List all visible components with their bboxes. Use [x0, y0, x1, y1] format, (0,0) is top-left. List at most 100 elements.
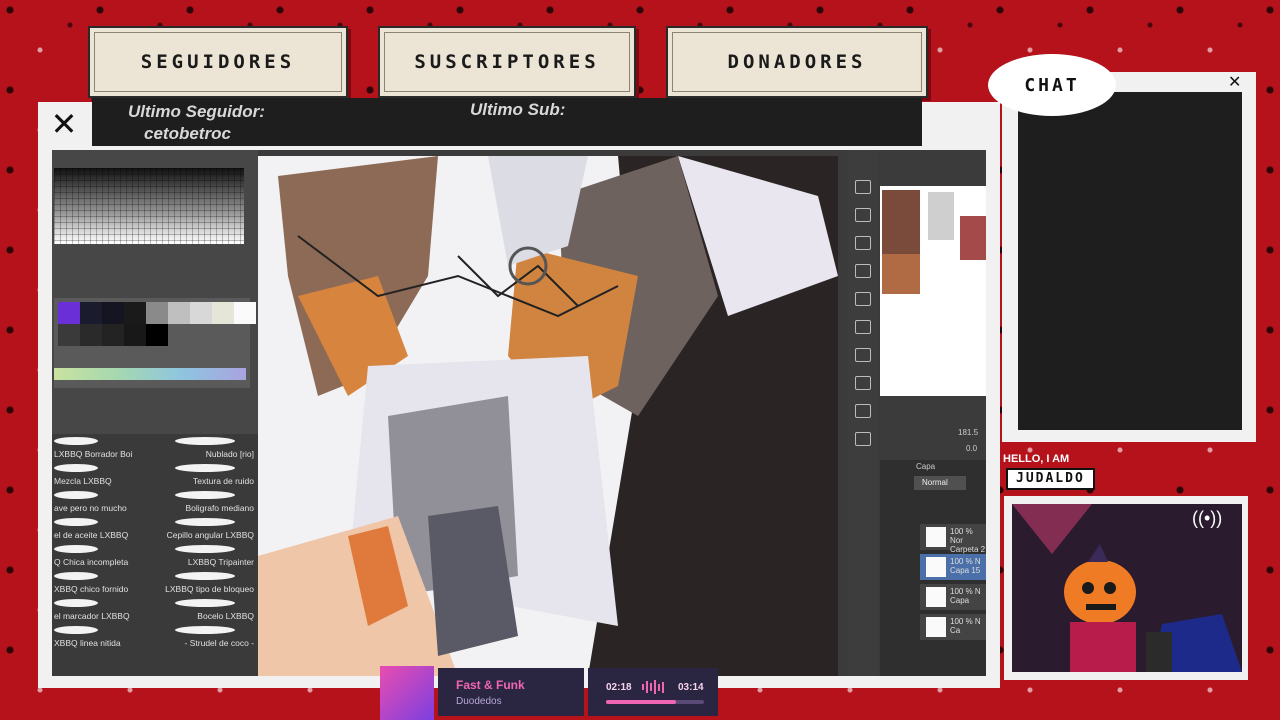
- color-swatch[interactable]: [146, 302, 168, 324]
- chat-body: [1018, 92, 1242, 430]
- color-swatch[interactable]: [58, 324, 80, 346]
- brush-item[interactable]: Bocelo LXBBQ: [155, 596, 258, 623]
- brush-item[interactable]: Cepillo angular LXBBQ: [155, 515, 258, 542]
- color-swatch[interactable]: [146, 324, 168, 346]
- brush-label: Q Chica incompleta: [54, 557, 129, 567]
- brush-item[interactable]: Mezcla LXBBQ: [52, 461, 155, 488]
- color-swatch[interactable]: [234, 302, 256, 324]
- brush-label: el de aceite LXBBQ: [54, 530, 129, 540]
- chat-close-icon[interactable]: ✕: [1228, 72, 1241, 92]
- chat-title: CHAT: [1024, 74, 1080, 96]
- star-tool-icon[interactable]: [855, 264, 871, 278]
- grid-tool-icon-4[interactable]: [855, 404, 871, 418]
- brush-stroke-preview: [175, 572, 235, 580]
- zoom-value: 181.5: [958, 428, 979, 437]
- hello-label: HELLO, I AM: [1003, 453, 1070, 465]
- brush-stroke-preview: [54, 626, 98, 634]
- reference-thumb-4[interactable]: [882, 254, 920, 294]
- donors-tag: DONADORES: [666, 26, 928, 98]
- color-swatch[interactable]: [212, 302, 234, 324]
- layer-row[interactable]: 100 % N Ca: [920, 614, 986, 640]
- pumpkin-avatar: [1012, 504, 1242, 672]
- brush-stroke-preview: [175, 626, 235, 634]
- last-sub-label: Ultimo Sub:: [470, 100, 566, 119]
- current-time: 02:18: [606, 682, 632, 693]
- brush-stroke-preview: [175, 545, 235, 553]
- reference-thumb-3[interactable]: [960, 216, 986, 260]
- color-swatch[interactable]: [80, 302, 102, 324]
- blend-mode-select[interactable]: Normal: [914, 476, 966, 490]
- brush-item[interactable]: ave pero no mucho: [52, 488, 155, 515]
- brush-stroke-preview: [175, 437, 235, 445]
- brush-item[interactable]: LXBBQ Borrador Boi: [52, 434, 155, 461]
- donors-tag-label: DONADORES: [727, 51, 867, 73]
- brush-item[interactable]: LXBBQ Tripainter: [155, 542, 258, 569]
- drawing-canvas[interactable]: [258, 156, 838, 676]
- brush-stroke-preview: [54, 572, 98, 580]
- grid-tool-icon-3[interactable]: [855, 348, 871, 362]
- grid-tool-icon-5[interactable]: [855, 432, 871, 446]
- layer-row[interactable]: 100 % N Capa 15: [920, 554, 986, 580]
- last-follower-name: cetobetroc: [144, 124, 231, 143]
- brush-stroke-preview: [54, 545, 98, 553]
- brush-item[interactable]: Q Chica incompleta: [52, 542, 155, 569]
- reference-thumb-1[interactable]: [882, 190, 920, 254]
- brush-item[interactable]: - Strudel de coco -: [155, 623, 258, 650]
- color-swatch[interactable]: [190, 302, 212, 324]
- brush-label: - Strudel de coco -: [184, 638, 254, 648]
- brush-label: Textura de ruido: [193, 476, 254, 486]
- brush-item[interactable]: XBBQ chico fornido: [52, 569, 155, 596]
- song-artist: Duodedos: [456, 696, 502, 707]
- info-strip: Ultimo Seguidor: cetobetroc Ultimo Sub:: [92, 98, 922, 146]
- followers-tag-label: SEGUIDORES: [140, 51, 296, 73]
- brush-label: LXBBQ tipo de bloqueo: [165, 584, 254, 594]
- brush-label: LXBBQ Borrador Boi: [54, 449, 133, 459]
- color-swatch[interactable]: [124, 324, 146, 346]
- brush-list: LXBBQ Borrador Boi Nublado [rio] Mezcla LX…: [52, 434, 258, 676]
- color-swatch[interactable]: [102, 302, 124, 324]
- layer-tool-icon[interactable]: [855, 208, 871, 222]
- grayscale-picker[interactable]: [54, 168, 244, 244]
- color-swatch[interactable]: [124, 302, 146, 324]
- paint-app-window: LXBBQ Borrador Boi Nublado [rio] Mezcla LX…: [52, 150, 986, 676]
- layer-row[interactable]: 100 % N Capa: [920, 584, 986, 610]
- brush-stroke-preview: [54, 491, 98, 499]
- brush-item[interactable]: el de aceite LXBBQ: [52, 515, 155, 542]
- close-icon[interactable]: ✕: [48, 108, 80, 140]
- brush-item[interactable]: Textura de ruido: [155, 461, 258, 488]
- layer-row[interactable]: 100 % Nor Carpeta 2: [920, 524, 986, 554]
- brush-stroke-preview: [54, 464, 98, 472]
- brush-item[interactable]: Nublado [rio]: [155, 434, 258, 461]
- layer-opacity: 100 % N: [950, 587, 981, 596]
- color-swatch[interactable]: [168, 302, 190, 324]
- rotation-value: 0.0: [966, 444, 978, 453]
- edit-tool-icon[interactable]: [855, 376, 871, 390]
- progress-track[interactable]: [606, 700, 704, 704]
- grid-tool-icon-2[interactable]: [855, 292, 871, 306]
- brush-stroke-preview: [54, 437, 98, 445]
- image-tool-icon[interactable]: [855, 320, 871, 334]
- subscribers-tag: SUSCRIPTORES: [378, 26, 636, 98]
- total-time: 03:14: [678, 682, 704, 693]
- color-swatch[interactable]: [58, 302, 80, 324]
- navigator-panel[interactable]: [880, 186, 986, 396]
- brush-item[interactable]: Boligrafo mediano: [155, 488, 258, 515]
- layer-info: 100 % Nor Carpeta 2: [950, 527, 986, 554]
- color-swatch[interactable]: [80, 324, 102, 346]
- brush-item[interactable]: XBBQ linea nitida: [52, 623, 155, 650]
- grid-tool-icon[interactable]: [855, 236, 871, 250]
- brush-item[interactable]: LXBBQ tipo de bloqueo: [155, 569, 258, 596]
- brush-stroke-preview: [175, 464, 235, 472]
- color-swatch[interactable]: [102, 324, 124, 346]
- brush-label: Cepillo angular LXBBQ: [166, 530, 254, 540]
- color-strip[interactable]: [54, 368, 246, 380]
- layer-info: 100 % N Ca: [950, 617, 981, 635]
- reference-thumb-2[interactable]: [928, 192, 954, 240]
- last-follower-label: Ultimo Seguidor:: [128, 102, 265, 121]
- followers-tag: SEGUIDORES: [88, 26, 348, 98]
- brush-item[interactable]: el marcador LXBBQ: [52, 596, 155, 623]
- pin-tool-icon[interactable]: [855, 180, 871, 194]
- brush-stroke-preview: [54, 599, 98, 607]
- brush-label: Mezcla LXBBQ: [54, 476, 112, 486]
- brush-label: Boligrafo mediano: [185, 503, 254, 513]
